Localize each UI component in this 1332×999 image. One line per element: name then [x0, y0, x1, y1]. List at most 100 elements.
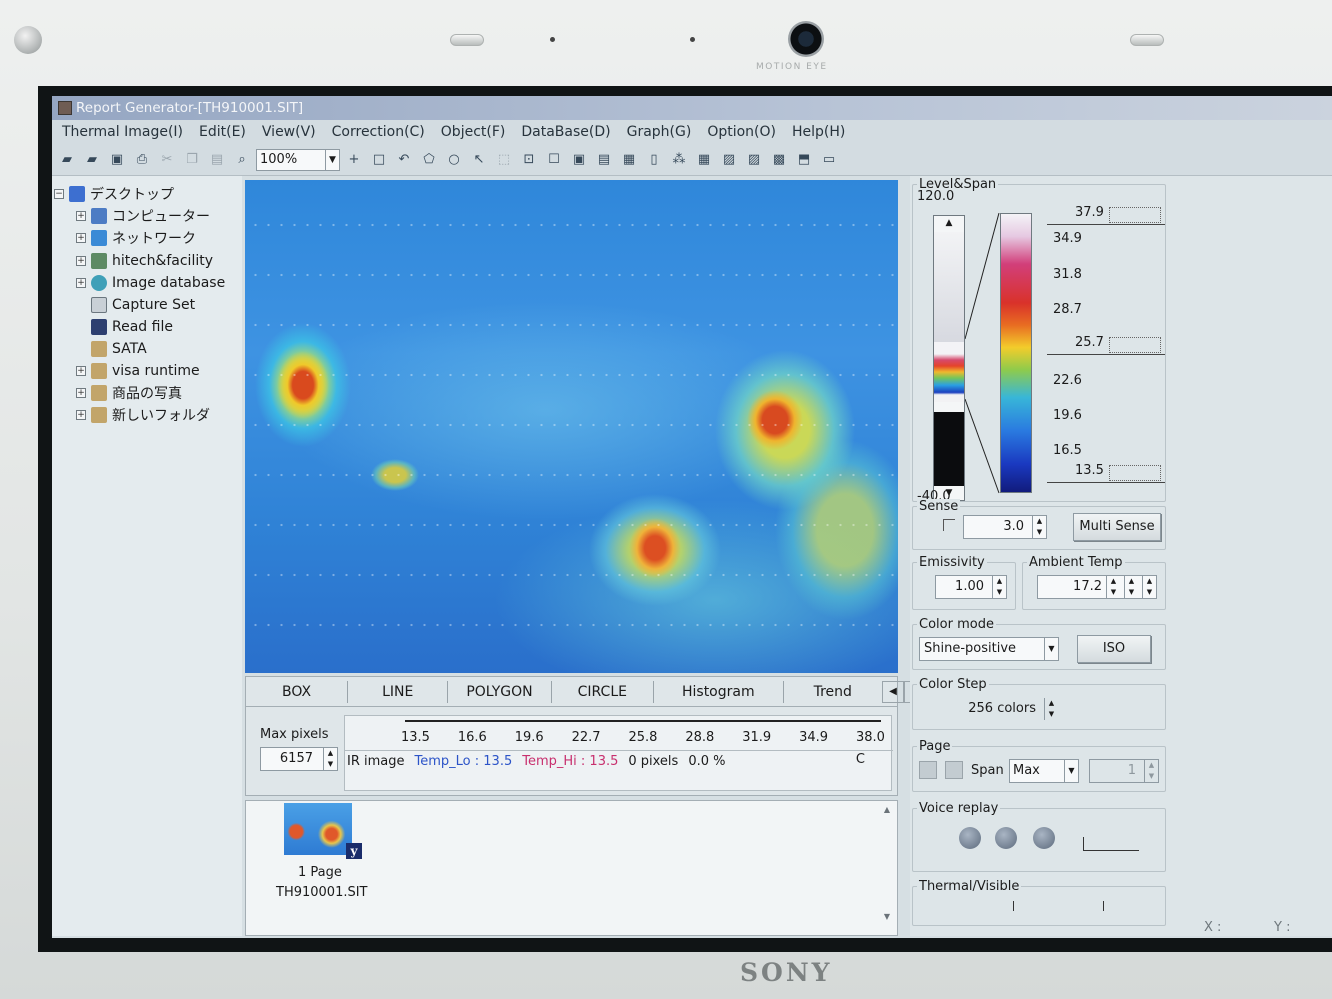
tab-histogram[interactable]: Histogram [654, 680, 784, 703]
copy-icon[interactable]: ❐ [181, 149, 203, 171]
emissivity-field[interactable]: 1.00 ▲ ▼ [935, 575, 1007, 599]
menu-edit[interactable]: Edit(E) [191, 124, 254, 140]
tree-item-visa-runtime[interactable]: + visa runtime [76, 361, 200, 381]
page-next-icon[interactable] [945, 761, 963, 779]
menu-correction[interactable]: Correction(C) [324, 124, 433, 140]
capture-icon[interactable]: ▣ [568, 149, 590, 171]
page-number-field[interactable]: 1 ▲ ▼ [1089, 759, 1159, 783]
tab-polygon[interactable]: POLYGON [448, 680, 552, 703]
sense-field[interactable]: 3.0 ▲ ▼ [963, 515, 1047, 539]
thumbnail-scrollbar[interactable]: ▲ ▼ [881, 805, 893, 929]
span-select[interactable]: Max ▼ [1009, 759, 1079, 783]
menu-object[interactable]: Object(F) [433, 124, 514, 140]
expand-icon[interactable]: + [76, 366, 86, 376]
expand-icon[interactable]: + [76, 388, 86, 398]
thumbnail-image[interactable] [284, 803, 352, 855]
spinner-icon[interactable]: ▲ ▼ [323, 748, 337, 770]
level-spinner[interactable] [1109, 337, 1161, 353]
page-icon[interactable]: ▯ [643, 149, 665, 171]
spinner-icon[interactable]: ▲ ▼ [1142, 576, 1156, 598]
menu-database[interactable]: DataBase(D) [513, 124, 618, 140]
pointer-icon[interactable]: ↖ [468, 149, 490, 171]
iso-button[interactable]: ISO [1077, 635, 1151, 663]
monitor-icon[interactable]: ▭ [818, 149, 840, 171]
sense-checkbox[interactable] [943, 519, 955, 531]
expand-icon[interactable]: + [76, 256, 86, 266]
collapse-icon[interactable]: − [54, 189, 64, 199]
span-bottom-field[interactable]: 13.5 [1047, 463, 1165, 483]
tree-item-image-database[interactable]: + Image database [76, 273, 225, 293]
window-icon[interactable]: ☐ [543, 149, 565, 171]
tree-root[interactable]: − デスクトップ [54, 184, 174, 204]
line-tool-icon[interactable]: ↶ [393, 149, 415, 171]
spinner-icon[interactable]: ▲ ▼ [1144, 760, 1158, 782]
expand-icon[interactable]: + [76, 410, 86, 420]
spinner-icon[interactable]: ▲ ▼ [1106, 576, 1120, 598]
tab-box[interactable]: BOX [246, 680, 349, 703]
print-icon[interactable]: ⎙ [131, 149, 153, 171]
circle-tool-icon[interactable]: ○ [443, 149, 465, 171]
span-bottom-spinner[interactable] [1109, 465, 1161, 481]
tab-line[interactable]: LINE [348, 680, 449, 703]
thermal-image-view[interactable] [245, 180, 898, 673]
level-scalebar[interactable]: ▲ ▼ [933, 215, 965, 501]
chevron-down-icon[interactable]: ▼ [1044, 638, 1058, 660]
palette-icon[interactable]: ▩ [768, 149, 790, 171]
zoom-icon[interactable]: ⌕ [231, 149, 253, 171]
tree-item-product-photos[interactable]: + 商品の写真 [76, 383, 182, 403]
max-pixels-field[interactable]: 6157 ▲ ▼ [260, 747, 338, 771]
frame-icon[interactable]: ⊡ [518, 149, 540, 171]
box-tool-icon[interactable]: □ [368, 149, 390, 171]
tree-item-network[interactable]: + ネットワーク [76, 228, 196, 248]
point-icon[interactable]: ⁂ [668, 149, 690, 171]
record-icon[interactable] [959, 827, 981, 849]
tree-item-sata[interactable]: SATA [91, 339, 147, 359]
tree-item-new-folder[interactable]: + 新しいフォルダ [76, 405, 210, 425]
image-compare-icon[interactable]: ▨ [743, 149, 765, 171]
play-icon[interactable] [995, 827, 1017, 849]
spinner-icon[interactable]: ▲ ▼ [1124, 576, 1138, 598]
paint-icon[interactable]: ⬒ [793, 149, 815, 171]
menu-option[interactable]: Option(O) [699, 124, 784, 140]
polygon-tool-icon[interactable]: ⬠ [418, 149, 440, 171]
cut-icon[interactable]: ✂ [156, 149, 178, 171]
volume-slider[interactable] [1083, 837, 1139, 851]
spinner-icon[interactable]: ▲ ▼ [1032, 516, 1046, 538]
stop-icon[interactable] [1033, 827, 1055, 849]
spinner-icon[interactable]: ▲ ▼ [992, 576, 1006, 598]
menu-thermal-image[interactable]: Thermal Image(I) [54, 124, 191, 140]
export-icon[interactable]: ▤ [593, 149, 615, 171]
tab-trend[interactable]: Trend [784, 681, 882, 703]
ambient-temp-field[interactable]: 17.2 ▲ ▼ ▲ ▼ ▲ ▼ [1037, 575, 1157, 599]
multi-sense-button[interactable]: Multi Sense [1073, 513, 1161, 541]
menu-help[interactable]: Help(H) [784, 124, 853, 140]
level-field[interactable]: 25.7 [1047, 335, 1165, 355]
tab-prev-icon[interactable]: ◀ [881, 680, 904, 703]
scale-up-icon[interactable]: ▲ [934, 216, 964, 230]
expand-icon[interactable]: + [76, 211, 86, 221]
tab-circle[interactable]: CIRCLE [552, 680, 654, 703]
page-prev-icon[interactable] [919, 761, 937, 779]
zoom-select[interactable]: 100% ▼ [256, 148, 340, 171]
chevron-down-icon[interactable]: ▼ [325, 149, 339, 170]
save-icon[interactable]: ▣ [106, 149, 128, 171]
report-icon[interactable]: ▦ [618, 149, 640, 171]
color-mode-select[interactable]: Shine-positive ▼ [919, 637, 1059, 661]
menu-view[interactable]: View(V) [254, 124, 324, 140]
expand-icon[interactable]: + [76, 233, 86, 243]
menu-graph[interactable]: Graph(G) [619, 124, 700, 140]
open-multi-icon[interactable]: ▰ [81, 149, 103, 171]
tree-item-hitech[interactable]: + hitech&facility [76, 251, 213, 271]
spinner-icon[interactable]: ▲ ▼ [1044, 698, 1058, 720]
color-step-field[interactable]: 256 colors ▲ ▼ [963, 697, 1059, 721]
span-top-field[interactable]: 37.9 [1047, 205, 1165, 225]
expand-icon[interactable]: + [76, 278, 86, 288]
tree-item-capture-set[interactable]: Capture Set [91, 295, 195, 315]
tree-item-read-file[interactable]: Read file [91, 317, 173, 337]
tree-item-computer[interactable]: + コンピューター [76, 206, 210, 226]
crosshair-icon[interactable]: + [343, 149, 365, 171]
select-area-icon[interactable]: ⬚ [493, 149, 515, 171]
scale-active-range[interactable] [934, 342, 964, 402]
paste-icon[interactable]: ▤ [206, 149, 228, 171]
image-icon[interactable]: ▨ [718, 149, 740, 171]
